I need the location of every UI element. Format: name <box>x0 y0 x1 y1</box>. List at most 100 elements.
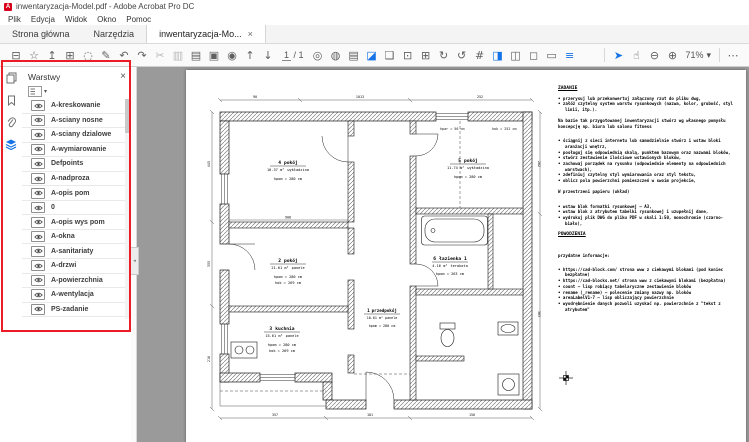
axis-symbol <box>558 370 574 386</box>
combine-files-icon[interactable]: ◫ <box>508 47 524 63</box>
bookmarks-button[interactable] <box>0 89 22 111</box>
attachments-button[interactable] <box>0 111 22 133</box>
options-caret-icon[interactable]: ▾ <box>44 88 47 95</box>
chevron-down-icon[interactable]: ▾ <box>706 50 711 61</box>
search-icon[interactable]: ◌ <box>80 47 96 63</box>
layer-row[interactable]: A-sciany dzialowe <box>22 128 131 143</box>
layer-row[interactable]: A-powierzchnia <box>22 274 131 289</box>
zoom-out-icon[interactable]: ⊖ <box>646 47 662 63</box>
select-tool-icon[interactable]: ➤ <box>610 47 626 63</box>
layers-panel: Warstwy × ▾ A-kreskowanieA-sciany nosneA… <box>22 67 131 442</box>
zoom-level-dropdown[interactable]: 71%▾ <box>685 50 711 61</box>
tab-strona-g-wna[interactable]: Strona główna <box>0 25 82 43</box>
star-icon[interactable]: ☆ <box>26 47 42 63</box>
edit-pdf-icon[interactable]: ◪ <box>364 47 380 63</box>
layer-row[interactable]: A-sciany nosne <box>22 114 131 129</box>
eye-icon <box>34 219 43 225</box>
layer-visibility-toggle[interactable] <box>31 217 45 228</box>
reading-mode-icon[interactable]: ≡ <box>562 47 578 63</box>
clipboard-icon[interactable]: ▤ <box>188 47 204 63</box>
pdf-page[interactable]: 90 1013 252 445 355 216 262 363 357 181 … <box>186 70 746 442</box>
layer-row[interactable]: A-drzwi <box>22 259 131 274</box>
tab-inwentaryzacja-mo-[interactable]: inwentaryzacja-Mo...× <box>146 25 266 43</box>
layers-panel-close-icon[interactable]: × <box>120 71 126 82</box>
layer-visibility-toggle[interactable] <box>31 304 45 315</box>
menu-item-widok[interactable]: Widok <box>60 15 92 24</box>
share-icon[interactable]: ↥ <box>44 47 60 63</box>
task-heading: POWODZENIA <box>558 232 736 238</box>
layer-row[interactable]: Defpoints <box>22 157 131 172</box>
panel-scrollbar[interactable] <box>125 99 129 319</box>
layer-visibility-toggle[interactable] <box>31 115 45 126</box>
print-production-icon[interactable]: ⊞ <box>418 47 434 63</box>
next-page-icon[interactable]: ↓ <box>260 47 276 63</box>
page-number-field[interactable]: 1 / 1 <box>282 50 304 60</box>
menu-item-okno[interactable]: Okno <box>92 15 121 24</box>
loupe-icon[interactable]: ◍ <box>328 47 344 63</box>
layer-visibility-toggle[interactable] <box>31 158 45 169</box>
redo-icon[interactable]: ↷ <box>134 47 150 63</box>
menu-item-edycja[interactable]: Edycja <box>26 15 60 24</box>
page-thumbnails-button[interactable] <box>0 67 22 89</box>
export-pdf-icon[interactable]: ⊡ <box>400 47 416 63</box>
layer-row[interactable]: A-opis pom <box>22 186 131 201</box>
layer-row[interactable]: A-nadproza <box>22 172 131 187</box>
crop-pages-icon[interactable]: # <box>472 47 488 63</box>
rotate-ccw-icon[interactable]: ↺ <box>454 47 470 63</box>
layer-visibility-toggle[interactable] <box>31 173 45 184</box>
display-mode-icon[interactable]: ▭ <box>544 47 560 63</box>
layer-visibility-toggle[interactable] <box>31 188 45 199</box>
more-tools-icon[interactable]: ⋯ <box>725 47 741 63</box>
layer-row[interactable]: A-wymiarowanie <box>22 143 131 158</box>
document-canvas[interactable]: 90 1013 252 445 355 216 262 363 357 181 … <box>137 67 749 442</box>
layer-visibility-toggle[interactable] <box>31 144 45 155</box>
layers-button[interactable] <box>0 133 22 155</box>
layer-row[interactable]: A-okna <box>22 230 131 245</box>
title-bar: A inwentaryzacja-Model.pdf - Adobe Acrob… <box>0 0 749 13</box>
layer-row[interactable]: PS-zadanie <box>22 303 131 318</box>
layer-label: A-opis pom <box>51 190 90 197</box>
menu-item-plik[interactable]: Plik <box>3 15 26 24</box>
bathtub-icon <box>422 216 488 245</box>
layer-row[interactable]: A-kreskowanie <box>22 99 131 114</box>
layer-visibility-toggle[interactable] <box>31 260 45 271</box>
hand-tool-icon[interactable]: ☝ <box>628 47 644 63</box>
panel-scrollbar-thumb[interactable] <box>125 99 129 133</box>
layer-visibility-toggle[interactable] <box>31 289 45 300</box>
extract-pages-icon[interactable]: ◻ <box>526 47 542 63</box>
layer-row[interactable]: 0 <box>22 201 131 216</box>
menu-item-pomoc[interactable]: Pomoc <box>121 15 156 24</box>
layer-visibility-toggle[interactable] <box>31 100 45 111</box>
window-title: inwentaryzacja-Model.pdf - Adobe Acrobat… <box>16 2 194 11</box>
marquee-zoom-icon[interactable]: ◎ <box>310 47 326 63</box>
rotate-cw-icon[interactable]: ↻ <box>436 47 452 63</box>
page-thumbnail-icon[interactable]: ▤ <box>346 47 362 63</box>
layer-row[interactable]: A-sanitariaty <box>22 244 131 259</box>
zoom-in-icon[interactable]: ⊕ <box>664 47 680 63</box>
tab-close-icon[interactable]: × <box>248 29 253 39</box>
svg-text:908: 908 <box>285 216 291 220</box>
tab-narz-dzia[interactable]: Narzędzia <box>82 25 147 43</box>
layer-row[interactable]: A-opis wys pom <box>22 215 131 230</box>
layer-visibility-toggle[interactable] <box>31 246 45 257</box>
panel-collapse-handle[interactable]: ◂ <box>130 247 139 275</box>
svg-text:21.61 m²panele: 21.61 m²panele <box>271 266 304 270</box>
current-page-value[interactable]: 1 <box>282 50 291 61</box>
snapshot-icon[interactable]: ▣ <box>206 47 222 63</box>
layer-row[interactable]: A-wentylacja <box>22 288 131 303</box>
layer-label: A-sanitariaty <box>51 248 93 255</box>
layer-visibility-toggle[interactable] <box>31 129 45 140</box>
print-icon[interactable]: ⊞ <box>62 47 78 63</box>
fill-sign-icon[interactable]: ✎ <box>98 47 114 63</box>
options-menu-icon[interactable] <box>28 86 42 97</box>
create-pdf-icon[interactable]: ❏ <box>382 47 398 63</box>
find-icon[interactable]: ◉ <box>224 47 240 63</box>
previous-page-icon[interactable]: ↑ <box>242 47 258 63</box>
layer-visibility-toggle[interactable] <box>31 202 45 213</box>
layer-visibility-toggle[interactable] <box>31 231 45 242</box>
save-icon[interactable]: ⊟ <box>8 47 24 63</box>
svg-text:6łazienka 1: 6łazienka 1 <box>433 256 467 262</box>
layer-visibility-toggle[interactable] <box>31 275 45 286</box>
undo-icon[interactable]: ↶ <box>116 47 132 63</box>
insert-pages-icon[interactable]: ◨ <box>490 47 506 63</box>
